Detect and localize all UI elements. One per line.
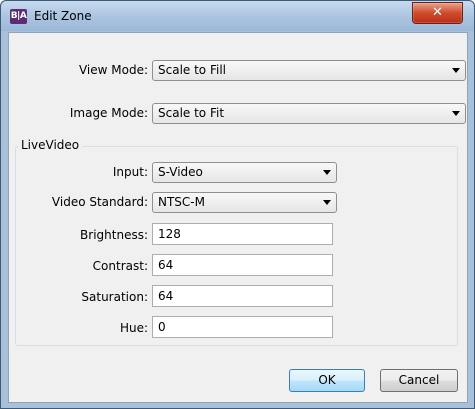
- input-dropdown[interactable]: S-Video: [152, 162, 337, 183]
- video-standard-dropdown[interactable]: NTSC-M: [152, 192, 337, 213]
- view-mode-dropdown[interactable]: Scale to Fill: [152, 60, 466, 81]
- live-video-group-title: LiveVideo: [18, 138, 83, 152]
- dialog-content: View Mode: Scale to Fill Image Mode: Sca…: [8, 32, 468, 403]
- saturation-input[interactable]: 64: [152, 285, 333, 307]
- contrast-input[interactable]: 64: [152, 254, 333, 276]
- brightness-label: Brightness:: [80, 228, 148, 242]
- ok-button[interactable]: OK: [289, 369, 365, 392]
- cancel-button[interactable]: Cancel: [380, 369, 458, 392]
- app-icon: B|A: [10, 9, 27, 24]
- view-mode-value: Scale to Fill: [158, 63, 226, 77]
- input-value: S-Video: [158, 165, 203, 179]
- close-icon: ✕: [432, 5, 443, 20]
- image-mode-dropdown[interactable]: Scale to Fit: [152, 103, 466, 124]
- image-mode-value: Scale to Fit: [158, 106, 225, 120]
- input-label: Input:: [112, 165, 148, 179]
- chevron-down-icon: [452, 68, 460, 73]
- hue-input[interactable]: 0: [152, 316, 333, 338]
- contrast-label: Contrast:: [92, 259, 148, 273]
- dialog-window: B|A Edit Zone ✕ View Mode: Scale to Fill…: [0, 0, 475, 409]
- chevron-down-icon: [452, 111, 460, 116]
- view-mode-label: View Mode:: [78, 63, 148, 77]
- close-button[interactable]: ✕: [412, 2, 463, 24]
- image-mode-label: Image Mode:: [69, 106, 148, 120]
- chevron-down-icon: [323, 200, 331, 205]
- saturation-label: Saturation:: [81, 290, 148, 304]
- video-standard-label: Video Standard:: [51, 195, 148, 209]
- window-title: Edit Zone: [34, 9, 92, 23]
- hue-label: Hue:: [119, 321, 148, 335]
- chevron-down-icon: [323, 170, 331, 175]
- title-bar[interactable]: B|A Edit Zone ✕: [1, 1, 474, 31]
- brightness-input[interactable]: 128: [152, 223, 333, 245]
- video-standard-value: NTSC-M: [158, 195, 205, 209]
